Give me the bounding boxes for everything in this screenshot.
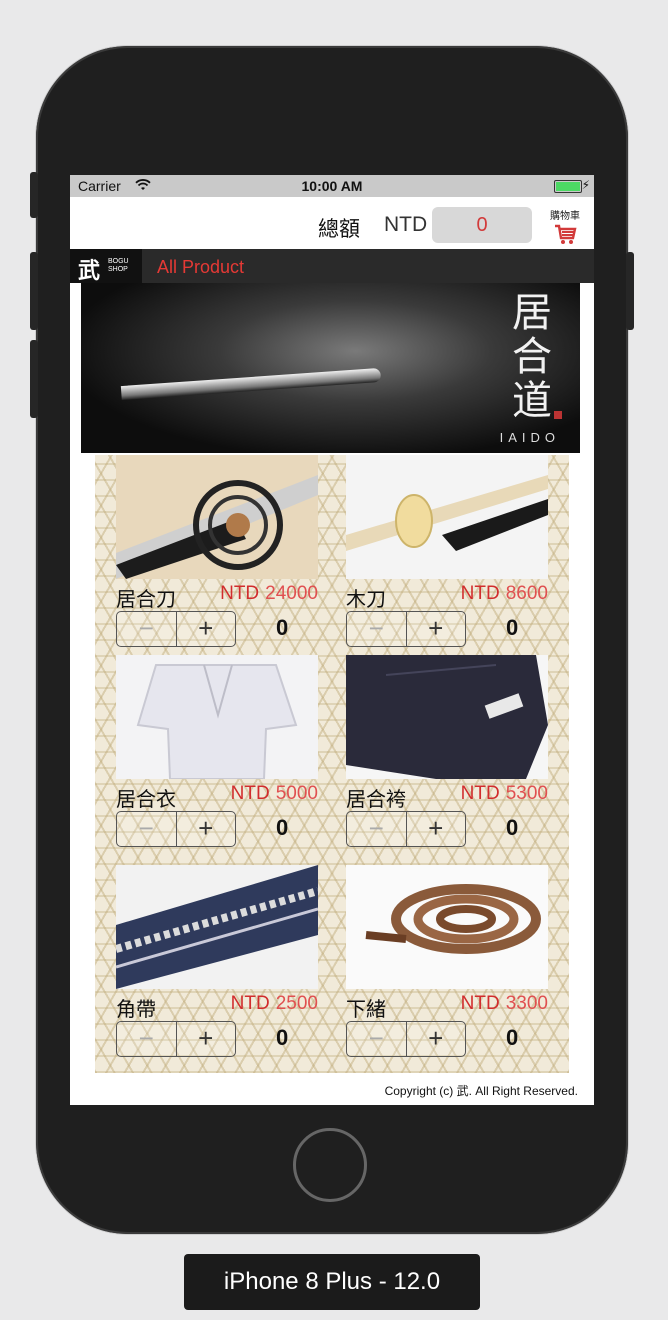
katana-blade-image bbox=[120, 367, 382, 401]
decrement-button[interactable]: − bbox=[347, 812, 407, 846]
total-label: 總額 bbox=[318, 218, 360, 241]
decrement-button[interactable]: − bbox=[117, 812, 177, 846]
quantity-value: 0 bbox=[506, 815, 519, 840]
nav-bar: 武 BOGU SHOP All Product bbox=[70, 249, 594, 284]
product-price: NTD 3300 bbox=[460, 993, 548, 1014]
total-currency: NTD bbox=[384, 213, 428, 236]
product-price: NTD 8600 bbox=[460, 583, 548, 604]
home-button[interactable] bbox=[293, 1128, 367, 1202]
product-image[interactable] bbox=[346, 865, 548, 989]
product-price: NTD 2500 bbox=[230, 993, 318, 1014]
product-card: 下緒 NTD 3300 − + 0 bbox=[346, 865, 550, 1057]
logo-text: BOGU SHOP bbox=[108, 258, 129, 273]
cart-label: 購物車 bbox=[550, 211, 580, 222]
banner-subtitle: IAIDO bbox=[499, 430, 560, 445]
product-image[interactable] bbox=[116, 455, 318, 579]
increment-button[interactable]: + bbox=[177, 812, 236, 846]
product-price: NTD 5300 bbox=[460, 783, 548, 804]
product-price: NTD 5000 bbox=[230, 783, 318, 804]
volume-up-button bbox=[30, 252, 38, 330]
logo-kanji: 武 bbox=[78, 258, 101, 284]
mute-switch bbox=[30, 172, 38, 218]
product-name: 居合刀 bbox=[116, 589, 176, 611]
increment-button[interactable]: + bbox=[177, 1022, 236, 1056]
device-label: iPhone 8 Plus - 12.0 bbox=[184, 1254, 480, 1310]
shop-logo[interactable]: 武 BOGU SHOP bbox=[70, 249, 142, 284]
increment-button[interactable]: + bbox=[407, 812, 466, 846]
increment-button[interactable]: + bbox=[407, 612, 466, 646]
quantity-value: 0 bbox=[506, 615, 519, 640]
total-amount: 0 bbox=[432, 207, 532, 243]
increment-button[interactable]: + bbox=[177, 612, 236, 646]
quantity-value: 0 bbox=[276, 1025, 289, 1050]
charging-icon: ⚡ bbox=[581, 178, 590, 192]
product-image[interactable] bbox=[346, 455, 548, 579]
copyright-text: Copyright (c) 武. All Right Reserved. bbox=[384, 1084, 578, 1098]
product-image[interactable] bbox=[116, 655, 318, 779]
increment-button[interactable]: + bbox=[407, 1022, 466, 1056]
product-image[interactable] bbox=[116, 865, 318, 989]
total-bar: 總額 NTD 0 購物車 bbox=[70, 197, 594, 249]
product-name: 居合袴 bbox=[346, 789, 406, 811]
decrement-button[interactable]: − bbox=[347, 1022, 407, 1056]
product-image[interactable] bbox=[346, 655, 548, 779]
volume-down-button bbox=[30, 340, 38, 418]
power-button bbox=[626, 252, 634, 330]
quantity-value: 0 bbox=[276, 615, 289, 640]
decrement-button[interactable]: − bbox=[347, 612, 407, 646]
product-grid: 居合刀 NTD 24000 − + 0 木刀 NTD 8600 − + 0 居合… bbox=[95, 455, 569, 1073]
quantity-stepper[interactable]: − + bbox=[116, 1021, 236, 1057]
product-card: 居合衣 NTD 5000 − + 0 bbox=[116, 655, 320, 847]
app-screen: Carrier 10:00 AM ⚡ 總額 NTD 0 購物車 武 BOGU SH… bbox=[70, 175, 594, 1105]
product-name: 角帶 bbox=[116, 999, 156, 1021]
product-name: 下緒 bbox=[346, 999, 386, 1021]
clock: 10:00 AM bbox=[301, 178, 363, 194]
status-bar: Carrier 10:00 AM ⚡ bbox=[70, 175, 594, 197]
product-card: 居合刀 NTD 24000 − + 0 bbox=[116, 455, 320, 647]
product-card: 居合袴 NTD 5300 − + 0 bbox=[346, 655, 550, 847]
quantity-stepper[interactable]: − + bbox=[346, 611, 466, 647]
cart-button[interactable]: 購物車 bbox=[548, 207, 582, 245]
decrement-button[interactable]: − bbox=[117, 612, 177, 646]
quantity-value: 0 bbox=[506, 1025, 519, 1050]
quantity-stepper[interactable]: − + bbox=[346, 1021, 466, 1057]
quantity-stepper[interactable]: − + bbox=[116, 611, 236, 647]
product-name: 木刀 bbox=[346, 589, 386, 611]
battery-icon bbox=[554, 180, 582, 193]
quantity-stepper[interactable]: − + bbox=[116, 811, 236, 847]
hero-banner: 居合道 IAIDO bbox=[81, 283, 580, 453]
quantity-value: 0 bbox=[276, 815, 289, 840]
decrement-button[interactable]: − bbox=[117, 1022, 177, 1056]
product-price: NTD 24000 bbox=[220, 583, 318, 604]
quantity-stepper[interactable]: − + bbox=[346, 811, 466, 847]
product-card: 木刀 NTD 8600 − + 0 bbox=[346, 455, 550, 647]
all-product-link[interactable]: All Product bbox=[157, 257, 244, 278]
cart-icon bbox=[555, 224, 577, 244]
seal-icon bbox=[554, 411, 562, 419]
product-card: 角帶 NTD 2500 − + 0 bbox=[116, 865, 320, 1057]
banner-title: 居合道 bbox=[512, 290, 552, 424]
product-name: 居合衣 bbox=[116, 789, 176, 811]
